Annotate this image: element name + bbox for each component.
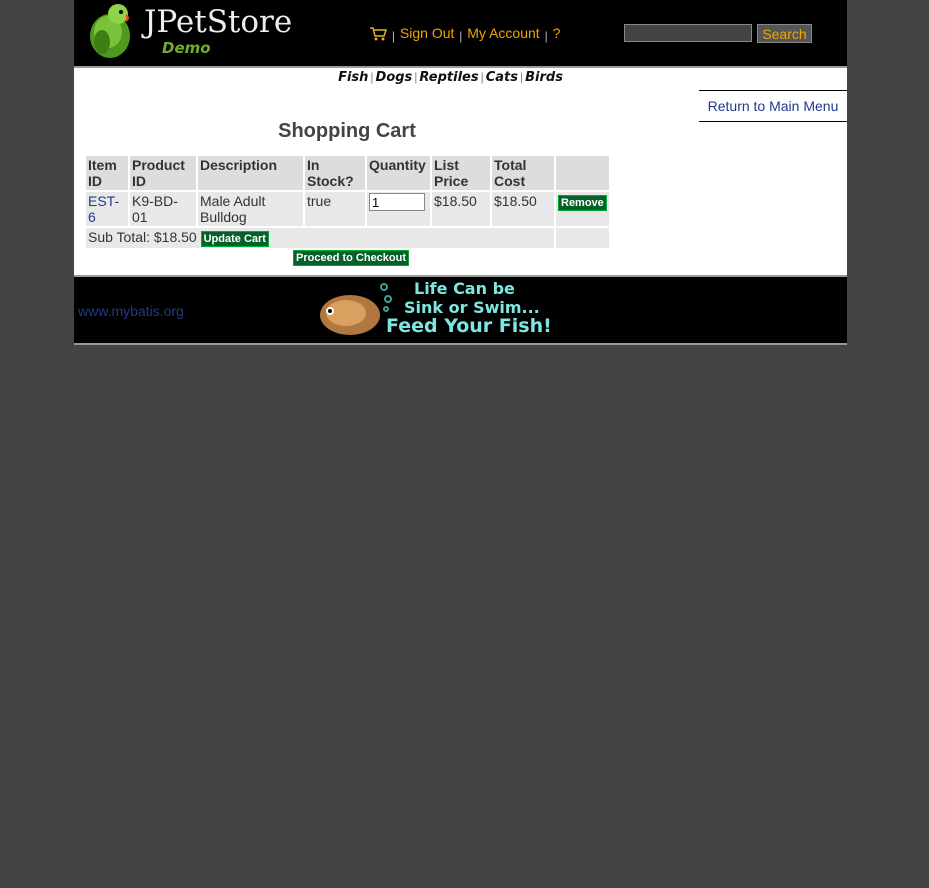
header-line: Stock? <box>307 173 354 189</box>
update-cart-button[interactable]: Update Cart <box>200 231 269 247</box>
cell-quantity <box>367 192 430 226</box>
description-line: Bulldog <box>200 209 247 225</box>
remove-button[interactable]: Remove <box>558 195 607 211</box>
quick-links: Fish | Dogs | Reptiles | Cats | Birds <box>54 68 847 90</box>
cell-subtotal: Sub Total: $18.50 Update Cart <box>86 228 554 248</box>
help-link[interactable]: ? <box>553 25 561 41</box>
item-id-line: 6 <box>88 209 96 225</box>
table-header-row: Item ID Product ID Description In Stock? Qu… <box>86 156 609 190</box>
cell-in-stock: true <box>305 192 365 226</box>
header-menu: | Sign Out | My Account | ? <box>370 25 560 43</box>
my-account-link[interactable]: My Account <box>467 25 539 41</box>
menu-separator: | <box>459 29 463 43</box>
quicklink-dogs[interactable]: Dogs <box>376 70 413 85</box>
header-line: Product <box>132 157 185 173</box>
footer: www.mybatis.org Life Can be Sink or Swim… <box>74 275 847 345</box>
search-button[interactable]: Search <box>757 24 812 43</box>
quicklink-separator: | <box>519 70 524 84</box>
logo-title: JPetStore <box>144 4 293 40</box>
cell-empty <box>556 228 609 248</box>
logo-subtitle: Demo <box>162 39 211 57</box>
proceed-to-checkout-button[interactable]: Proceed to Checkout <box>293 250 410 266</box>
quicklink-separator: | <box>480 70 484 84</box>
cell-actions: Remove <box>556 192 609 226</box>
subtotal-row: Sub Total: $18.50 Update Cart <box>86 228 609 248</box>
description-line: Male Adult <box>200 193 266 209</box>
column-header-actions <box>556 156 609 190</box>
banner-line-1: Life Can be <box>414 279 515 298</box>
product-id-line: 01 <box>132 209 148 225</box>
page-title: Shopping Cart <box>278 120 416 142</box>
header-line: Quantity <box>369 157 426 173</box>
cart-link[interactable] <box>370 25 391 41</box>
menu-separator: | <box>544 29 548 43</box>
cell-list-price: $18.50 <box>432 192 490 226</box>
column-header-item-id: Item ID <box>86 156 128 190</box>
column-header-description: Description <box>198 156 303 190</box>
header-line: Item <box>88 157 117 173</box>
table-row: EST-6 K9-BD-01 Male AdultBulldog true $1… <box>86 192 609 226</box>
quicklink-fish[interactable]: Fish <box>338 70 368 85</box>
header-line: In <box>307 157 320 173</box>
cart-icon <box>370 27 387 41</box>
quicklink-separator: | <box>414 70 418 84</box>
item-id-line: EST- <box>88 193 120 209</box>
cell-total-cost: $18.50 <box>492 192 554 226</box>
fish-icon <box>320 283 392 335</box>
header-line: Cost <box>494 173 526 189</box>
cell-description: Male Adult Bulldog <box>198 192 303 226</box>
fish-banner[interactable]: Life Can be Sink or Swim... Feed Your Fi… <box>316 277 566 341</box>
header-line: ID <box>88 173 102 189</box>
header-line: Description <box>200 157 278 173</box>
mybatis-link[interactable]: www.mybatis.org <box>78 303 184 319</box>
search-input[interactable] <box>624 24 752 42</box>
quicklink-birds[interactable]: Birds <box>525 70 563 85</box>
cart-table: Item ID Product ID Description In Stock? Qu… <box>84 154 611 250</box>
header: JPetStore Demo | Sign Out | My Account |… <box>74 0 847 68</box>
quicklink-reptiles[interactable]: Reptiles <box>419 70 478 85</box>
column-header-total-cost: Total Cost <box>492 156 554 190</box>
quicklink-separator: | <box>370 70 374 84</box>
header-line: Price <box>434 173 469 189</box>
header-line: Total <box>494 157 527 173</box>
logo[interactable]: JPetStore Demo <box>82 2 302 60</box>
main-content: Return to Main Menu Shopping Cart Item ID… <box>74 90 847 275</box>
menu-separator: | <box>391 29 396 43</box>
quantity-input[interactable] <box>369 193 425 211</box>
header-line: ID <box>132 173 146 189</box>
subtotal-text: Sub Total: $18.50 <box>88 229 197 245</box>
header-line: List <box>434 157 459 173</box>
column-header-product-id: Product ID <box>130 156 196 190</box>
back-link-box: Return to Main Menu <box>699 90 847 122</box>
column-header-in-stock: In Stock? <box>305 156 365 190</box>
sign-out-link[interactable]: Sign Out <box>400 25 454 41</box>
cell-product-id: K9-BD- 01 <box>130 192 196 226</box>
column-header-list-price: List Price <box>432 156 490 190</box>
quicklink-cats[interactable]: Cats <box>486 70 518 85</box>
item-id-link[interactable]: EST- 6 <box>88 193 119 225</box>
return-main-menu-link[interactable]: Return to Main Menu <box>708 98 839 114</box>
page-container: JPetStore Demo | Sign Out | My Account |… <box>74 0 847 345</box>
product-id-line: K9-BD- <box>132 193 178 209</box>
parrot-icon <box>90 4 130 58</box>
banner-line-3: Feed Your Fish! <box>386 315 552 337</box>
cell-item-id: EST- 6 <box>86 192 128 226</box>
column-header-quantity: Quantity <box>367 156 430 190</box>
